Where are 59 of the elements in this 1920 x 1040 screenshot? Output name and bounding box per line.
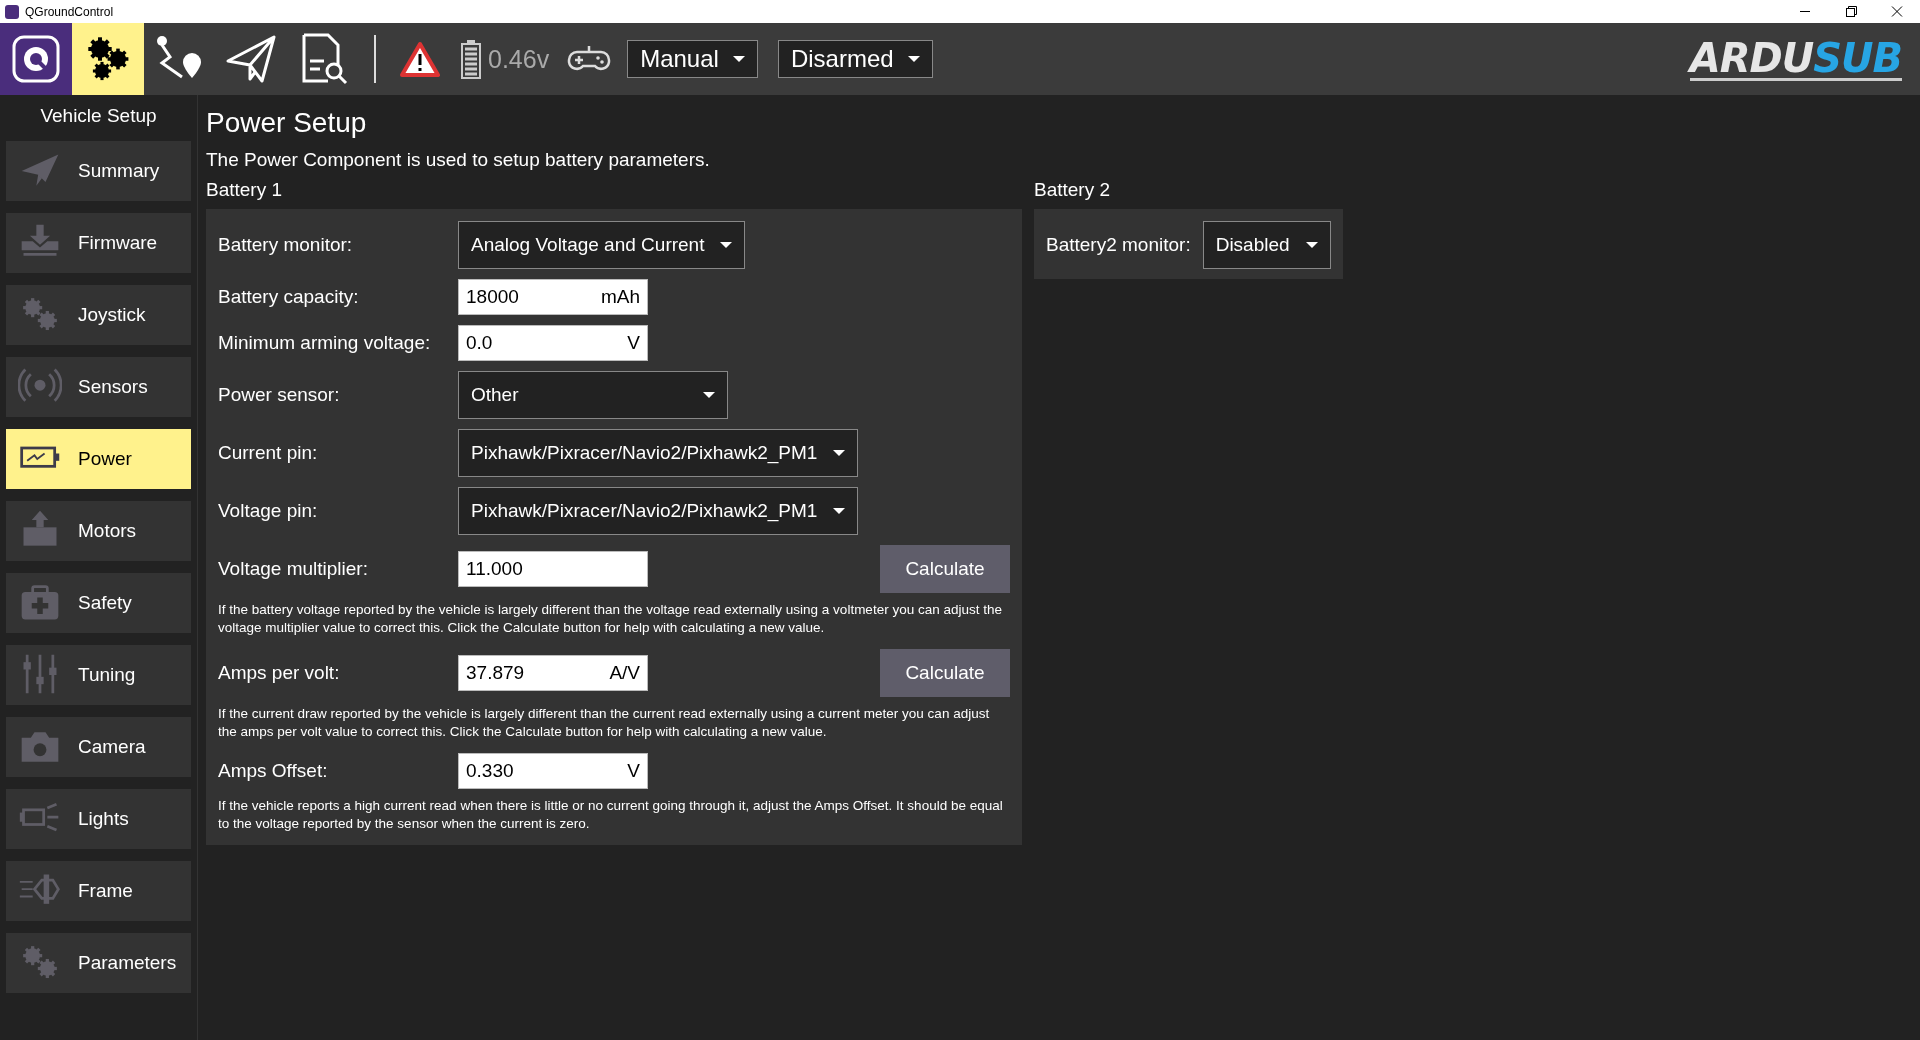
battery-icon[interactable] — [460, 39, 482, 79]
input-field[interactable]: 0.0 V — [458, 325, 648, 361]
caret-icon — [907, 56, 920, 62]
help-text: If the current draw reported by the vehicle is largely different than the current read externally using a current meter you can adjust the amps per volt value to correct this. Click the Calculate button for help with calculating a new value. — [218, 705, 991, 741]
help-text: If the battery voltage reported by the vehicle is largely different than the voltage read externally using a voltmeter you can adjust the voltage multiplier value to correct this. Click the Calculate button for help with calculating a new value. — [218, 601, 1003, 637]
sidebar-item[interactable]: Tuning — [6, 645, 191, 705]
input-field[interactable]: 11.000 — [458, 551, 648, 587]
caret-icon — [703, 392, 715, 398]
field-label: Voltage pin: — [218, 500, 319, 522]
arm-state-dropdown[interactable]: Disarmed — [777, 40, 933, 78]
page-description: The Power Component is used to setup battery parameters. — [206, 149, 711, 171]
caret-icon — [1305, 242, 1318, 248]
field-label: Battery2 monitor: — [1046, 234, 1191, 256]
window-title: QGroundControl — [25, 4, 115, 19]
caret-icon — [720, 242, 733, 248]
dropdown[interactable]: Pixhawk/Pixracer/Navio2/Pixhawk2_PM1 — [458, 429, 859, 477]
field-label: Amps Offset: — [218, 760, 329, 782]
caret-icon — [833, 450, 846, 456]
sidebar-item[interactable]: Joystick — [6, 285, 191, 345]
sidebar-title: Vehicle Setup — [39, 105, 158, 127]
app-logo-icon[interactable] — [0, 23, 72, 95]
field-label: Voltage multiplier: — [218, 558, 369, 580]
input-field[interactable]: 0.330 V — [458, 753, 648, 789]
dropdown[interactable]: Other — [458, 371, 728, 419]
input-field[interactable]: 18000 mAh — [458, 279, 648, 315]
field-label: Power sensor: — [218, 384, 341, 406]
sidebar-item[interactable]: Motors — [6, 501, 191, 561]
sidebar-item[interactable]: Summary — [6, 141, 191, 201]
page-title: Power Setup — [206, 107, 368, 139]
dropdown[interactable]: Disabled — [1202, 221, 1331, 269]
sidebar-item[interactable]: Parameters — [6, 933, 191, 993]
battery-voltage: 0.46v — [488, 44, 550, 74]
warning-icon[interactable] — [400, 41, 440, 77]
field-label: Battery monitor: — [218, 234, 354, 256]
sidebar-item[interactable]: Frame — [6, 861, 191, 921]
sidebar-item[interactable]: Sensors — [6, 357, 191, 417]
sidebar-item[interactable]: Firmware — [6, 213, 191, 273]
field-label: Minimum arming voltage: — [218, 332, 432, 354]
section-title: Battery 2 — [1034, 179, 1112, 201]
field-label: Amps per volt: — [218, 662, 341, 684]
sidebar-item[interactable]: Power — [6, 429, 191, 489]
sidebar-item[interactable]: Lights — [6, 789, 191, 849]
caret-icon — [732, 56, 745, 62]
caret-icon — [833, 508, 846, 514]
field-label: Battery capacity: — [218, 286, 360, 308]
sidebar-item[interactable]: Camera — [6, 717, 191, 777]
field-label: Current pin: — [218, 442, 319, 464]
calculate-button[interactable]: Calculate — [880, 649, 1010, 697]
help-text: If the vehicle reports a high current read when there is little or no current going through it, adjust the Amps Offset. It should be equal to the voltage reported by the sensor when the current is zero. — [218, 797, 1004, 833]
sidebar-item[interactable]: Safety — [6, 573, 191, 633]
dropdown[interactable]: Pixhawk/Pixracer/Navio2/Pixhawk2_PM1 — [458, 487, 859, 535]
input-field[interactable]: 37.879 A/V — [458, 655, 648, 691]
calculate-button[interactable]: Calculate — [880, 545, 1010, 593]
section-title: Battery 1 — [206, 179, 284, 201]
dropdown[interactable]: Analog Voltage and Current — [458, 221, 746, 269]
settings-icon[interactable] — [72, 23, 144, 95]
logo: ARDUSUB — [1689, 37, 1902, 81]
app-icon — [5, 4, 19, 19]
flight-mode-dropdown[interactable]: Manual — [627, 40, 758, 78]
